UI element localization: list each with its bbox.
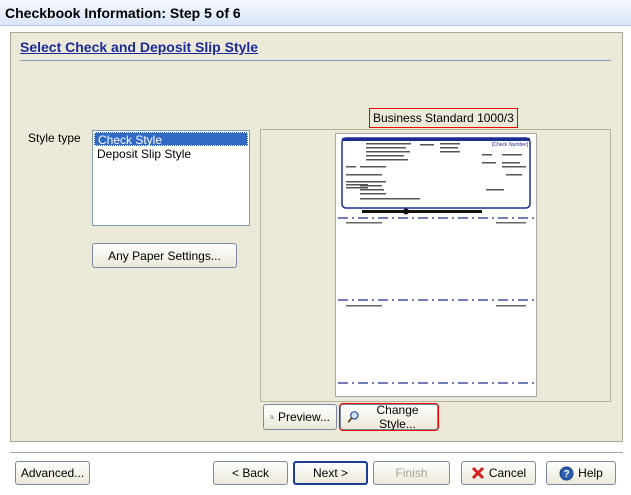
- window-title: Checkbook Information: Step 5 of 6: [5, 5, 241, 21]
- check-top-band: [342, 138, 530, 141]
- check-preview-page: [Check Number]: [335, 133, 537, 397]
- magnifier-icon: [347, 411, 359, 423]
- paper-settings-button[interactable]: Any Paper Settings...: [92, 243, 237, 268]
- change-style-button-label: Change Style...: [376, 403, 419, 431]
- cancel-button[interactable]: Cancel: [461, 461, 536, 485]
- red-x-icon: [471, 466, 484, 480]
- svg-text:?: ?: [564, 469, 570, 480]
- style-type-listbox[interactable]: Check Style Deposit Slip Style: [92, 130, 250, 226]
- help-button-label: Help: [578, 466, 603, 480]
- check-text-lines: [346, 143, 526, 200]
- next-button[interactable]: Next >: [293, 461, 368, 485]
- section-heading: Select Check and Deposit Slip Style: [20, 39, 259, 55]
- title-bar: Checkbook Information: Step 5 of 6: [0, 0, 631, 26]
- finish-button[interactable]: Finish: [373, 461, 450, 485]
- style-name-label: Business Standard 1000/3: [369, 108, 518, 128]
- style-type-label: Style type: [28, 131, 81, 145]
- help-button[interactable]: ? Help: [546, 461, 616, 485]
- back-button[interactable]: < Back: [213, 461, 288, 485]
- check-preview-illustration: [Check Number]: [338, 137, 536, 384]
- magnifier-page-icon: [270, 415, 274, 419]
- style-option-check[interactable]: Check Style: [94, 132, 248, 147]
- cancel-button-label: Cancel: [488, 466, 527, 480]
- heading-divider: [20, 60, 611, 61]
- change-style-button[interactable]: Change Style...: [339, 403, 439, 431]
- preview-button[interactable]: Preview...: [263, 404, 337, 430]
- preview-button-label: Preview...: [277, 410, 330, 424]
- advanced-button[interactable]: Advanced...: [15, 461, 90, 485]
- style-option-deposit-slip[interactable]: Deposit Slip Style: [94, 147, 248, 161]
- help-circle-icon: ?: [559, 466, 574, 480]
- micr-line: [362, 208, 482, 215]
- check-number-label: [Check Number]: [492, 142, 529, 148]
